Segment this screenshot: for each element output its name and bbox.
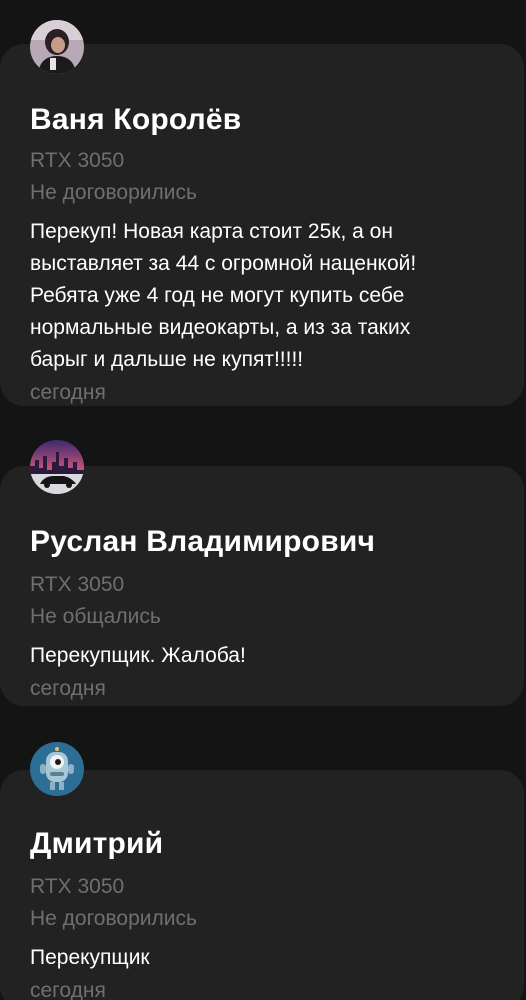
user-photo-avatar-icon[interactable] — [30, 20, 84, 74]
comment-line: барыг и дальше не купят!!!!! — [30, 348, 304, 371]
product-name: RTX 3050 — [30, 149, 125, 172]
review-comment: Перекуп! Новая карта стоит 25к, а он выс… — [30, 216, 494, 376]
review-card[interactable]: Руслан Владимирович RTX 3050 Не общались… — [0, 466, 524, 706]
deal-status: Не общались — [30, 605, 161, 628]
deal-status: Не договорились — [30, 181, 197, 204]
reviews-feed: Ваня Королёв RTX 3050 Не договорились Пе… — [0, 0, 526, 1000]
comment-line: выставляет за 44 с огромной наценкой! — [30, 252, 417, 275]
comment-line: Ребята уже 4 год не могут купить себе — [30, 284, 405, 307]
review-card[interactable]: Ваня Королёв RTX 3050 Не договорились Пе… — [0, 44, 524, 406]
reviewer-name[interactable]: Руслан Владимирович — [30, 524, 494, 560]
review-date: сегодня — [30, 979, 106, 1000]
review-date: сегодня — [30, 677, 106, 700]
reviewer-name[interactable]: Дмитрий — [30, 826, 494, 862]
review-comment: Перекупщик — [30, 942, 494, 974]
product-name: RTX 3050 — [30, 573, 125, 596]
review-date: сегодня — [30, 381, 106, 404]
product-name: RTX 3050 — [30, 875, 125, 898]
comment-line: Перекупщик — [30, 946, 150, 969]
robot-avatar-icon[interactable] — [30, 742, 84, 796]
comment-line: Перекуп! Новая карта стоит 25к, а он — [30, 220, 393, 243]
review-comment: Перекупщик. Жалоба! — [30, 640, 494, 672]
deal-status: Не договорились — [30, 907, 197, 930]
review-card[interactable]: Дмитрий RTX 3050 Не договорились Перекуп… — [0, 770, 524, 1000]
reviewer-name[interactable]: Ваня Королёв — [30, 102, 494, 138]
city-car-sunset-avatar-icon[interactable] — [30, 440, 84, 494]
comment-line: нормальные видеокарты, а из за таких — [30, 316, 411, 339]
comment-line: Перекупщик. Жалоба! — [30, 644, 246, 667]
